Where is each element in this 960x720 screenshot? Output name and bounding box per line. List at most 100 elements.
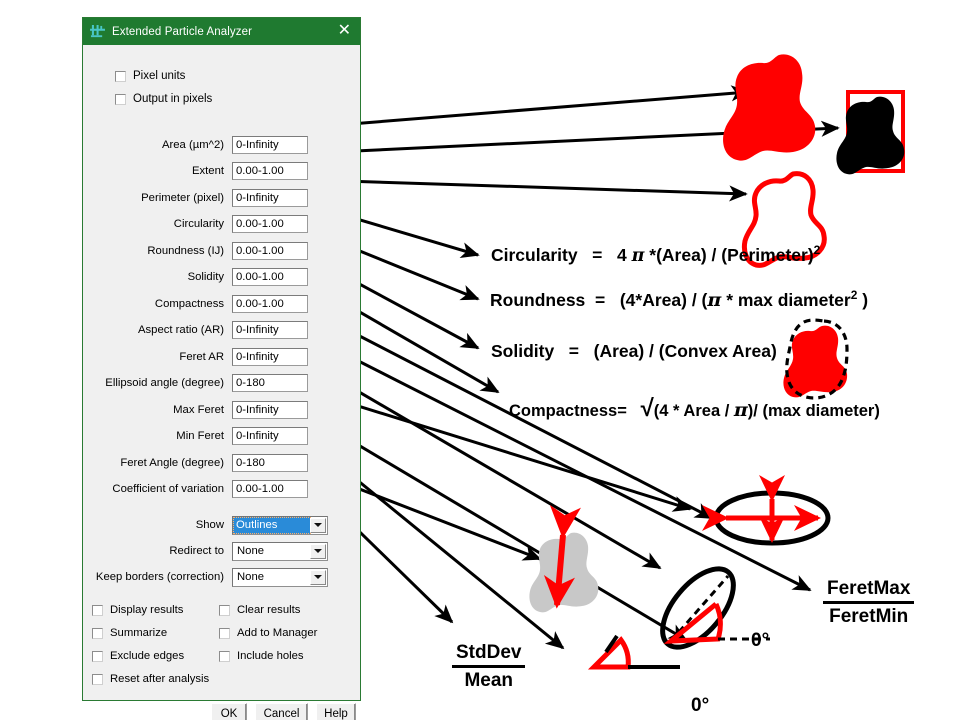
- checkbox-label: Display results: [110, 604, 184, 616]
- field-row-min-feret: Min Feret 0-Infinity: [83, 427, 360, 446]
- compactness-formula: Compactness= √(4 * Area / π)/ (max diame…: [509, 395, 880, 422]
- field-input-extent[interactable]: 0.00-1.00: [232, 162, 308, 180]
- field-label: Perimeter (pixel): [141, 191, 224, 204]
- field-label: Area (µm^2): [161, 138, 224, 151]
- field-row-max-feret: Max Feret 0-Infinity: [83, 400, 360, 419]
- chevron-down-icon[interactable]: [310, 569, 326, 585]
- fraction-numerator: FeretMax: [827, 578, 911, 599]
- checkbox-label: Reset after analysis: [110, 673, 210, 685]
- field-row-area: Area (µm^2) 0-Infinity: [83, 135, 360, 154]
- field-label: Coefficient of variation: [112, 483, 224, 495]
- combo-value: Outlines: [233, 516, 311, 534]
- checkbox-label: Summarize: [110, 627, 168, 639]
- field-row-ellipsoid-angle: Ellipsoid angle (degree) 0-180: [83, 374, 360, 393]
- checkbox-box[interactable]: [115, 70, 126, 82]
- combo-value: None: [237, 570, 265, 583]
- combo-row-redirect-to: Redirect to None: [83, 541, 360, 561]
- cancel-button[interactable]: Cancel: [255, 703, 308, 720]
- pi-symbol: π: [707, 288, 722, 311]
- checkbox-include-holes[interactable]: Include holes: [219, 650, 304, 662]
- field-input-compactness[interactable]: 0.00-1.00: [232, 294, 308, 313]
- dialog-title: Extended Particle Analyzer: [112, 25, 253, 38]
- checkbox-label: Add to Manager: [237, 627, 318, 639]
- pointer-arrow: [312, 85, 840, 650]
- field-input-min-feret[interactable]: 0-Infinity: [232, 427, 308, 445]
- field-input-area[interactable]: 0-Infinity: [232, 135, 308, 154]
- field-input-aspect-ratio[interactable]: 0-Infinity: [232, 321, 308, 339]
- field-input-coefficient-of-variation[interactable]: 0.00-1.00: [232, 480, 308, 498]
- pi-symbol: π: [631, 245, 645, 266]
- checkbox-box[interactable]: [115, 93, 126, 105]
- stddev-over-mean-annotation: StdDev Mean: [452, 642, 526, 692]
- pi-symbol: π: [733, 399, 748, 421]
- bounding-box: [846, 90, 905, 173]
- field-row-roundness: Roundness (IJ) 0.00-1.00: [83, 241, 360, 260]
- checkbox-box[interactable]: [219, 627, 230, 639]
- dialog-body: Pixel units Output in pixels Area (µm^2)…: [83, 45, 360, 720]
- screenshot-canvas: Circularity = 4 π *(Area) / (Perimeter)2…: [0, 0, 960, 720]
- dialog-titlebar: Extended Particle Analyzer ✕: [83, 18, 360, 45]
- checkbox-box[interactable]: [92, 673, 103, 685]
- field-label: Solidity: [187, 271, 224, 283]
- checkbox-box[interactable]: [219, 650, 230, 662]
- combo-label: Show: [195, 519, 224, 531]
- checkbox-label: Output in pixels: [133, 93, 213, 105]
- checkbox-box[interactable]: [92, 604, 103, 616]
- field-label: Aspect ratio (AR): [137, 324, 224, 336]
- aspect-ratio-ellipse: [713, 490, 831, 546]
- chevron-down-icon[interactable]: [310, 517, 326, 533]
- field-input-perimeter[interactable]: 0-Infinity: [232, 188, 308, 207]
- field-row-solidity: Solidity 0.00-1.00: [83, 268, 360, 287]
- field-input-ellipsoid-angle[interactable]: 0-180: [232, 374, 308, 392]
- field-label: Min Feret: [176, 430, 224, 442]
- checkbox-exclude-edges[interactable]: Exclude edges: [92, 650, 184, 662]
- combo-label: Keep borders (correction): [95, 571, 224, 583]
- red-particle-shape: [723, 54, 816, 161]
- ellipsoid-angle-zero-label: 0°: [691, 695, 710, 716]
- chevron-down-icon[interactable]: [310, 543, 326, 559]
- combo-row-show: Show Outlines: [83, 515, 360, 535]
- black-particle-shape: [836, 96, 905, 175]
- checkbox-summarize[interactable]: Summarize: [92, 627, 167, 639]
- field-row-perimeter: Perimeter (pixel) 0-Infinity: [83, 188, 360, 207]
- checkbox-add-to-manager[interactable]: Add to Manager: [219, 627, 317, 639]
- combo-redirect-to[interactable]: None: [232, 541, 328, 561]
- combo-show[interactable]: Outlines: [232, 515, 328, 535]
- ok-button[interactable]: OK: [211, 703, 247, 720]
- combo-row-keep-borders: Keep borders (correction) None: [83, 567, 360, 587]
- help-button[interactable]: Help: [316, 703, 356, 720]
- checkbox-label: Pixel units: [133, 70, 186, 82]
- field-input-solidity[interactable]: 0.00-1.00: [232, 268, 308, 286]
- checkbox-reset-after-analysis[interactable]: Reset after analysis: [92, 673, 209, 685]
- field-row-feret-ar: Feret AR 0-Infinity: [83, 347, 360, 366]
- field-input-roundness[interactable]: 0.00-1.00: [232, 241, 308, 260]
- checkbox-label: Include holes: [237, 650, 304, 662]
- checkbox-display-results[interactable]: Display results: [92, 604, 183, 616]
- checkbox-box[interactable]: [92, 650, 103, 662]
- combo-keep-borders[interactable]: None: [232, 567, 328, 587]
- field-input-feret-angle[interactable]: 0-180: [232, 453, 308, 472]
- solidity-particle-shape: [783, 325, 848, 398]
- field-row-compactness: Compactness 0.00-1.00: [83, 294, 360, 313]
- checkbox-box[interactable]: [92, 627, 103, 639]
- field-input-max-feret[interactable]: 0-Infinity: [232, 400, 308, 419]
- checkbox-clear-results[interactable]: Clear results: [219, 604, 300, 616]
- field-label: Feret AR: [179, 350, 224, 363]
- extended-particle-analyzer-dialog: Extended Particle Analyzer ✕ Pixel units…: [82, 17, 361, 720]
- field-label: Extent: [191, 165, 224, 177]
- checkbox-label: Exclude edges: [110, 650, 185, 662]
- checkbox-box[interactable]: [219, 604, 230, 616]
- checkbox-output-in-pixels[interactable]: Output in pixels: [115, 93, 212, 105]
- angle-sector-red: [587, 636, 631, 670]
- field-row-coefficient-of-variation: Coefficient of variation 0.00-1.00: [83, 480, 360, 499]
- field-label: Roundness (IJ): [147, 244, 224, 257]
- field-row-extent: Extent 0.00-1.00: [83, 162, 360, 181]
- fraction-numerator: StdDev: [456, 642, 522, 663]
- field-input-circularity[interactable]: 0.00-1.00: [232, 215, 308, 233]
- square-root-symbol: √: [640, 395, 654, 422]
- close-icon[interactable]: ✕: [338, 22, 351, 40]
- circularity-formula: Circularity = 4 π *(Area) / (Perimeter)2: [491, 243, 821, 266]
- checkbox-pixel-units[interactable]: Pixel units: [115, 70, 185, 82]
- field-input-feret-ar[interactable]: 0-Infinity: [232, 347, 308, 366]
- field-label: Ellipsoid angle (degree): [105, 377, 224, 389]
